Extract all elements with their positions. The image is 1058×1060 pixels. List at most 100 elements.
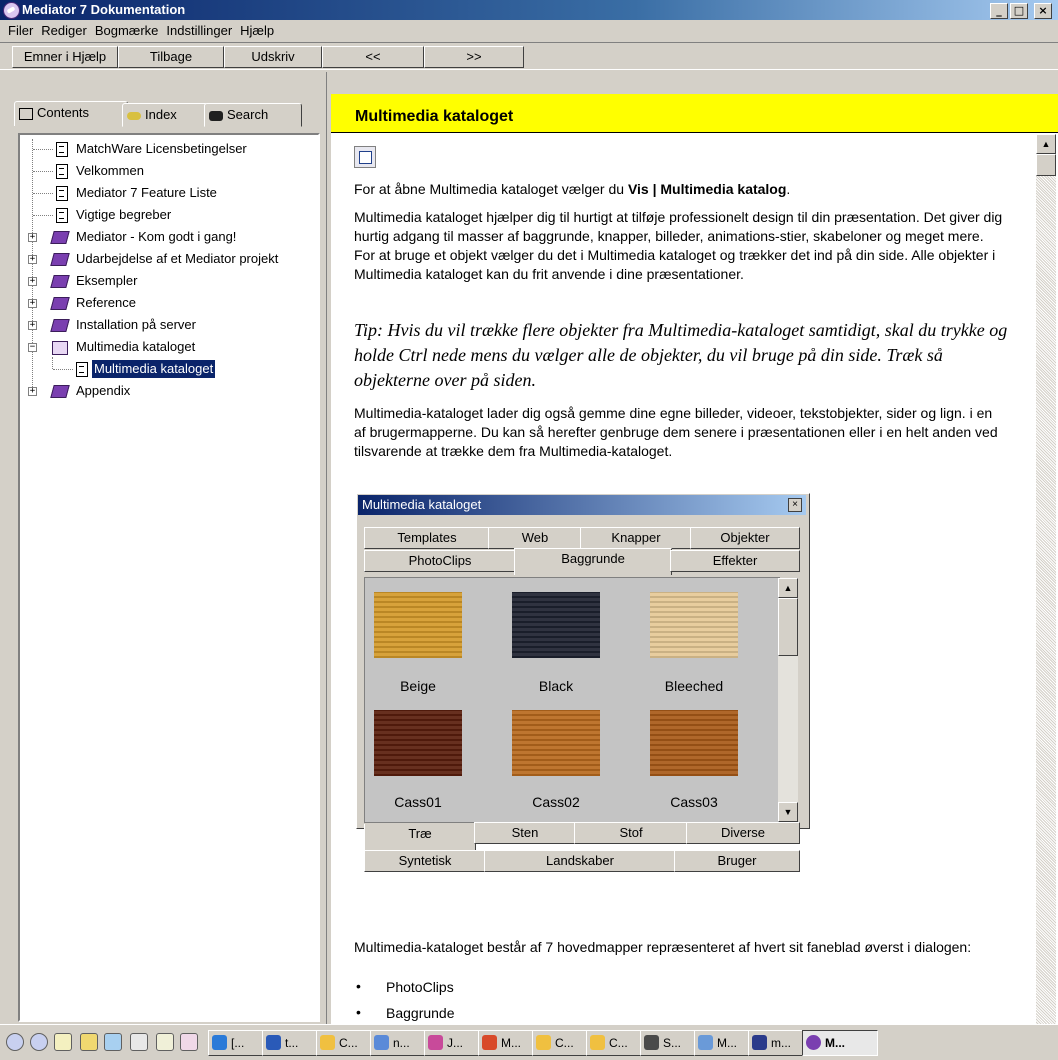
menu-indstillinger[interactable]: Indstillinger <box>162 20 236 38</box>
taskbar-item-label: M... <box>501 1036 521 1050</box>
paragraph-intro: Multimedia kataloget hjælper dig til hur… <box>354 209 1003 282</box>
page-icon <box>56 186 68 201</box>
menu-rediger[interactable]: Rediger <box>37 20 91 38</box>
swatch-label: Beige <box>400 678 436 694</box>
taskbar-item-label: M... <box>717 1036 737 1050</box>
book-icon <box>50 319 70 332</box>
app-icon <box>482 1035 497 1050</box>
dialog-tab-bruger: Bruger <box>674 850 800 872</box>
expand-icon[interactable]: + <box>28 387 37 396</box>
swatch-bleeched <box>650 592 738 658</box>
back-button[interactable]: Tilbage <box>118 46 224 68</box>
taskbar-item-label: C... <box>609 1036 628 1050</box>
word-icon <box>266 1035 281 1050</box>
tree-item[interactable]: Velkommen <box>20 162 316 182</box>
catalog-dialog-title-bar: Multimedia kataloget × <box>358 495 806 515</box>
quicklaunch-icon[interactable] <box>180 1033 198 1051</box>
quicklaunch-icon[interactable] <box>30 1033 48 1051</box>
dialog-tab-objekter: Objekter <box>690 527 800 549</box>
maximize-button[interactable]: □ <box>1010 3 1028 19</box>
book-icon <box>50 231 70 244</box>
dialog-tab-templates: Templates <box>364 527 490 549</box>
related-topics-icon[interactable] <box>354 146 376 168</box>
quicklaunch-icon[interactable] <box>130 1033 148 1051</box>
dialog-tab-knapper: Knapper <box>580 527 692 549</box>
tab-contents[interactable]: Contents <box>14 101 128 126</box>
print-button[interactable]: Udskriv <box>224 46 322 68</box>
paragraph-user-folders: Multimedia-kataloget lader dig også gemm… <box>354 405 998 459</box>
taskbar-item-label: m... <box>771 1036 791 1050</box>
dialog-scrollbar: ▲ ▼ <box>778 578 798 822</box>
minimize-button[interactable]: _ <box>990 3 1008 19</box>
close-icon: × <box>788 498 802 512</box>
tab-index[interactable]: Index <box>122 103 208 127</box>
dialog-tab-trae: Træ <box>364 824 476 851</box>
folder-icon <box>590 1035 605 1050</box>
book-icon <box>50 275 70 288</box>
notepad-icon <box>374 1035 389 1050</box>
tree-item-label: Vigtige begreber <box>76 207 172 222</box>
tree-item[interactable]: Mediator 7 Feature Liste <box>20 184 316 204</box>
app-icon <box>752 1035 767 1050</box>
tree-item[interactable]: + Udarbejdelse af et Mediator projekt <box>20 250 316 270</box>
swatch-label: Bleeched <box>664 678 724 694</box>
next-button[interactable]: >> <box>424 46 524 68</box>
tree-item-label: Multimedia kataloget <box>76 339 196 354</box>
tab-search[interactable]: Search <box>204 103 302 127</box>
close-button[interactable]: × <box>1034 3 1052 19</box>
bullet-icon: • <box>356 1004 361 1020</box>
dialog-tab-effekter: Effekter <box>670 550 800 572</box>
previous-button[interactable]: << <box>322 46 424 68</box>
tree-item[interactable]: + Eksempler <box>20 272 316 292</box>
quicklaunch-icon[interactable] <box>80 1033 98 1051</box>
tree-item-label: Reference <box>76 295 136 310</box>
tip-paragraph: Tip: Hvis du vil trække flere objekter f… <box>354 320 1008 390</box>
contents-tree: MatchWare Licensbetingelser Velkommen Me… <box>18 133 320 1022</box>
taskbar-item-active[interactable]: M... <box>802 1030 878 1056</box>
tree-item-selected[interactable]: Multimedia kataloget <box>20 360 316 380</box>
quicklaunch-icon[interactable] <box>6 1033 24 1051</box>
binoculars-icon <box>209 110 223 121</box>
catalog-dialog-title: Multimedia kataloget <box>362 497 482 512</box>
tree-item[interactable]: MatchWare Licensbetingelser <box>20 140 316 160</box>
topic-scrollbar[interactable]: ▲ <box>1036 134 1056 1024</box>
expand-icon[interactable]: + <box>28 321 37 330</box>
quicklaunch-icon[interactable] <box>104 1033 122 1051</box>
tree-item[interactable]: + Mediator - Kom godt i gang! <box>20 228 316 248</box>
tree-item[interactable]: + Reference <box>20 294 316 314</box>
tree-line <box>33 149 53 150</box>
tree-item[interactable]: Vigtige begreber <box>20 206 316 226</box>
book-icon <box>50 385 70 398</box>
tree-item[interactable]: + Appendix <box>20 382 316 402</box>
tree-line <box>33 215 53 216</box>
tab-search-label: Search <box>227 107 269 122</box>
menu-bar: Filer Rediger Bogmærke Indstillinger Hjælp <box>0 20 1058 42</box>
collapse-icon[interactable]: − <box>28 343 37 352</box>
taskbar-item-label: C... <box>555 1036 574 1050</box>
paragraph-open: For at åbne Multimedia kataloget vælger … <box>354 180 1014 199</box>
menu-hjaelp[interactable]: Hjælp <box>236 20 278 38</box>
taskbar-item-label: n... <box>393 1036 410 1050</box>
taskbar-item-label: M... <box>825 1036 845 1050</box>
expand-icon[interactable]: + <box>28 255 37 264</box>
quicklaunch-icon[interactable] <box>156 1033 174 1051</box>
tree-item-label: MatchWare Licensbetingelser <box>76 141 247 156</box>
topics-button[interactable]: Emner i Hjælp <box>12 46 118 68</box>
expand-icon[interactable]: + <box>28 233 37 242</box>
bullet-icon: • <box>356 978 361 994</box>
key-icon <box>127 111 141 120</box>
scroll-thumb[interactable] <box>1036 154 1056 176</box>
dialog-tab-baggrunde: Baggrunde <box>514 548 672 575</box>
menu-bogmaerke[interactable]: Bogmærke <box>91 20 163 38</box>
scroll-down-icon: ▼ <box>778 802 798 822</box>
menu-filer[interactable]: Filer <box>4 20 37 38</box>
swatch-black <box>512 592 600 658</box>
scroll-up-icon[interactable]: ▲ <box>1036 134 1056 154</box>
expand-icon[interactable]: + <box>28 299 37 308</box>
page-icon <box>76 362 88 377</box>
quicklaunch-icon[interactable] <box>54 1033 72 1051</box>
tree-item[interactable]: + Installation på server <box>20 316 316 336</box>
topic-title: Multimedia kataloget <box>355 108 514 125</box>
tree-item[interactable]: − Multimedia kataloget <box>20 338 316 358</box>
expand-icon[interactable]: + <box>28 277 37 286</box>
